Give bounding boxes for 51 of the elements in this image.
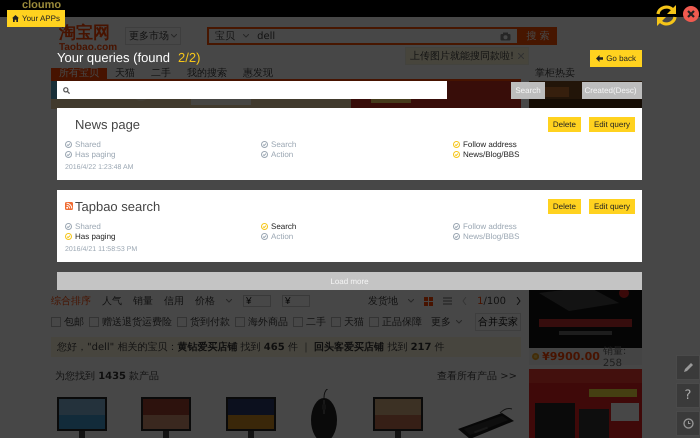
caret-icon <box>243 34 250 38</box>
arrow-left-icon <box>596 54 604 62</box>
list-view-icon[interactable] <box>443 297 452 305</box>
flag-label: Follow address <box>463 222 517 230</box>
apps-button[interactable]: Your APPs <box>7 10 65 27</box>
flag-label: Action <box>271 150 294 158</box>
search-button[interactable]: 搜 索 <box>519 27 558 45</box>
flag-label: Search <box>271 222 296 230</box>
caret-icon <box>456 320 462 324</box>
flag-label: Has paging <box>75 150 116 158</box>
query-name: Tapbao search <box>75 198 160 214</box>
ad-price: ¥9900.00 <box>542 350 600 363</box>
coin-icon <box>532 352 540 361</box>
search-icon <box>63 86 70 94</box>
clock-icon <box>682 418 694 429</box>
flag-label: News/Blog/BBS <box>463 232 520 240</box>
flag-label: Shared <box>75 222 101 230</box>
flag-label: Has paging <box>75 232 116 240</box>
store-tab[interactable]: 所有宝贝 <box>51 68 107 79</box>
flag-label: Follow address <box>463 140 517 148</box>
panel-title: Your queries (found 2/2) <box>57 50 200 65</box>
home-icon <box>12 15 19 22</box>
action-button[interactable]: Edit query <box>588 116 635 132</box>
app-logo: cloumo <box>22 0 62 10</box>
grid-view-icon[interactable] <box>424 296 434 306</box>
camera-icon[interactable] <box>500 32 512 40</box>
caret-icon <box>171 34 178 38</box>
caret-icon <box>226 299 232 303</box>
flag-label: Action <box>271 232 294 240</box>
chevron-right-icon[interactable] <box>516 297 521 305</box>
edit-button[interactable] <box>676 355 700 380</box>
price-field[interactable]: ¥ <box>243 295 271 307</box>
query-name: News page <box>75 116 140 132</box>
go-back-button[interactable]: Go back <box>590 50 642 66</box>
help-button[interactable]: ? <box>676 383 700 408</box>
flag-label: Search <box>271 140 296 148</box>
sort-option[interactable]: 综合排序 <box>51 294 91 308</box>
refresh-icon[interactable] <box>655 5 678 26</box>
flag-label: Shared <box>75 140 101 148</box>
pencil-icon <box>682 362 694 373</box>
action-button[interactable]: Edit query <box>588 198 635 214</box>
search-field[interactable] <box>57 81 447 99</box>
merge-sellers-button[interactable]: 合并卖家 <box>475 313 521 331</box>
action-button[interactable]: Delete <box>548 198 581 214</box>
close-icon[interactable] <box>683 6 699 22</box>
caret-icon <box>408 299 414 303</box>
flag-label: News/Blog/BBS <box>463 150 520 158</box>
history-button[interactable] <box>676 411 700 436</box>
action-button[interactable]: Delete <box>548 116 581 132</box>
store-logo[interactable]: 淘宝网 Taobao.com <box>59 25 118 53</box>
price-field[interactable]: ¥ <box>282 295 310 307</box>
